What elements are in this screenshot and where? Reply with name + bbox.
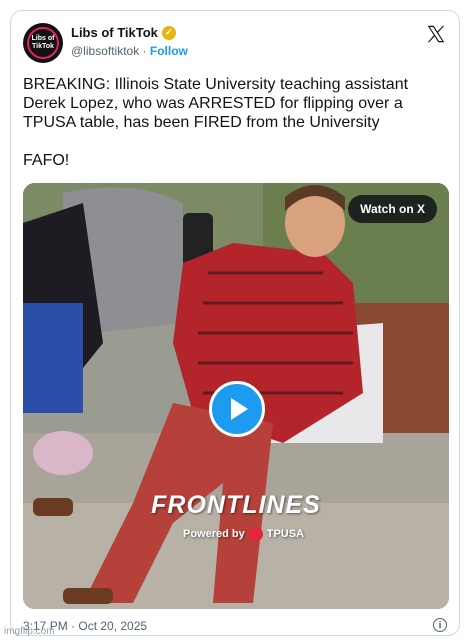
x-logo-icon[interactable]: [425, 23, 447, 45]
author-handle-row: @libsoftiktok · Follow: [71, 44, 188, 58]
author-handle[interactable]: @libsoftiktok: [71, 44, 139, 58]
avatar-logo-text: Libs of TikTok: [31, 35, 55, 50]
play-triangle: [231, 398, 248, 420]
imgflip-watermark: imgflip.com: [4, 626, 55, 637]
watch-on-x-button[interactable]: Watch on X: [348, 195, 437, 223]
tpusa-logo-icon: [248, 527, 263, 541]
tweet-embed-card[interactable]: Libs of TikTok Libs of TikTok ✓ @libsoft…: [10, 10, 460, 636]
video-media[interactable]: Watch on X FRONTLINES Powered by TPUSA: [23, 183, 449, 609]
verified-badge-icon: ✓: [161, 25, 176, 40]
follow-button[interactable]: Follow: [150, 44, 188, 58]
avatar-logo: Libs of TikTok: [27, 27, 59, 59]
powered-by-text: Powered by: [183, 528, 245, 540]
play-icon[interactable]: [209, 381, 265, 437]
tweet-text: BREAKING: Illinois State University teac…: [23, 76, 409, 169]
handle-separator: ·: [142, 44, 147, 58]
info-icon[interactable]: i: [433, 618, 447, 632]
powered-by-label: Powered by TPUSA: [183, 527, 304, 541]
author-name[interactable]: Libs of TikTok: [71, 25, 158, 40]
author-avatar[interactable]: Libs of TikTok: [23, 23, 63, 63]
author-name-row[interactable]: Libs of TikTok ✓: [71, 25, 176, 40]
tpusa-text: TPUSA: [266, 528, 305, 540]
frontlines-brand-text: FRONTLINES: [151, 491, 321, 519]
